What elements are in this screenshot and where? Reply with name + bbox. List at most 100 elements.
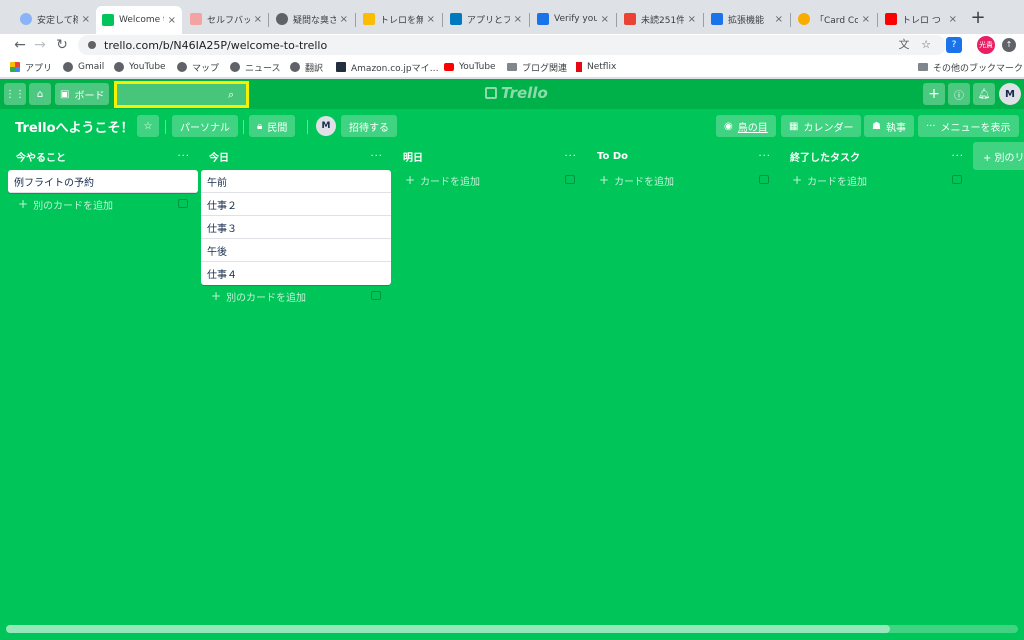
card[interactable]: 仕事４ [201, 262, 391, 285]
add-card-button[interactable]: + 別のカードを追加 [201, 285, 391, 307]
browser-tab[interactable]: アプリとフ × [444, 8, 528, 30]
bookmark-netflix[interactable]: Netflix [576, 59, 616, 75]
close-icon[interactable]: × [949, 14, 957, 25]
info-icon[interactable]: ⓘ [948, 83, 970, 105]
list-header[interactable]: 今日 ··· [201, 145, 391, 167]
list-menu-icon[interactable]: ··· [177, 151, 190, 162]
browser-tab[interactable]: 未読251件 × [618, 8, 702, 30]
add-card-button[interactable]: + 別のカードを追加 [8, 193, 198, 215]
card-template-icon[interactable] [565, 175, 575, 184]
close-icon[interactable]: × [254, 14, 262, 25]
boards-button[interactable]: ▣ ボード [55, 83, 109, 105]
forward-arrow-icon[interactable]: → [32, 37, 48, 53]
card[interactable]: 午前 [201, 170, 391, 193]
trello-header: ⋮⋮ ⌂ ▣ ボード ⌕ Trello + ⓘ 🔔︎ M [0, 79, 1024, 109]
list-done: 終了したタスク ··· + カードを追加 [782, 145, 972, 191]
bookmark-star-icon[interactable]: ☆ [918, 37, 934, 53]
search-input[interactable]: ⌕ [114, 81, 249, 108]
list-header[interactable]: To Do ··· [589, 145, 779, 167]
list-menu-icon[interactable]: ··· [370, 151, 383, 162]
home-icon[interactable]: ⌂ [29, 83, 51, 105]
new-tab-button[interactable]: + [967, 9, 989, 29]
list-header[interactable]: 今やること ··· [8, 145, 198, 167]
horizontal-scrollbar[interactable] [6, 625, 1018, 633]
view-mode-button[interactable]: ◉ 鳥の目 [716, 115, 776, 137]
bookmark-youtube[interactable]: YouTube [114, 59, 166, 75]
close-icon[interactable]: × [82, 14, 90, 25]
reload-icon[interactable]: ↻ [54, 37, 70, 53]
browser-tab[interactable]: 「Card Co × [792, 8, 876, 30]
user-avatar[interactable]: M [999, 83, 1021, 105]
close-icon[interactable]: × [775, 14, 783, 25]
translate-icon[interactable]: 文 [896, 37, 912, 53]
card[interactable]: 午後 [201, 239, 391, 262]
bookmark-other[interactable]: その他のブックマーク [918, 59, 1023, 75]
card-template-icon[interactable] [371, 291, 381, 300]
bookmark-news[interactable]: ニュース [230, 59, 281, 75]
star-icon[interactable]: ☆ [137, 115, 159, 137]
card[interactable]: 仕事３ [201, 216, 391, 239]
card-container: 午前 仕事２ 仕事３ 午後 仕事４ [201, 170, 391, 285]
close-icon[interactable]: × [688, 14, 696, 25]
invite-button[interactable]: 招待する [341, 115, 397, 137]
browser-tab[interactable]: 安定して稼 × [14, 8, 96, 30]
apps-grid-icon[interactable]: ⋮⋮ [4, 83, 26, 105]
notification-bell-icon[interactable]: 🔔︎ [973, 83, 995, 105]
bookmark-youtube-2[interactable]: YouTube [444, 59, 496, 75]
show-menu-button[interactable]: ··· メニューを表示 [918, 115, 1019, 137]
bookmark-gmail[interactable]: Gmail [63, 59, 104, 75]
card[interactable]: 例フライトの予約 [8, 170, 198, 193]
tab-favicon-icon [20, 13, 32, 25]
team-personal-button[interactable]: パーソナル [172, 115, 238, 137]
close-icon[interactable]: × [340, 14, 348, 25]
list-header[interactable]: 明日 ··· [395, 145, 585, 167]
card-template-icon[interactable] [952, 175, 962, 184]
create-plus-button[interactable]: + [923, 83, 945, 105]
butler-button[interactable]: ☗ 執事 [864, 115, 914, 137]
add-list-button[interactable]: + 別のリ [973, 142, 1024, 170]
member-avatar[interactable]: M [316, 116, 336, 136]
visibility-button[interactable]: 🔒︎ 民間 [249, 115, 296, 137]
bookmark-translate[interactable]: 翻訳 [290, 59, 323, 75]
card-template-icon[interactable] [759, 175, 769, 184]
list-menu-icon[interactable]: ··· [564, 151, 577, 162]
list-todo: To Do ··· + カードを追加 [589, 145, 779, 191]
card-container: 例フライトの予約 [8, 170, 198, 193]
add-card-button[interactable]: + カードを追加 [395, 169, 585, 191]
list-header[interactable]: 終了したタスク ··· [782, 145, 972, 167]
browser-tab[interactable]: Verify you × [531, 8, 615, 30]
browser-tab[interactable]: セルフバッ × [184, 8, 268, 30]
close-icon[interactable]: × [427, 14, 435, 25]
card-template-icon[interactable] [178, 199, 188, 208]
close-icon[interactable]: × [601, 14, 609, 25]
profile-avatar[interactable]: 光貴 [977, 36, 995, 54]
add-card-button[interactable]: + カードを追加 [782, 169, 972, 191]
bookmark-maps[interactable]: マップ [177, 59, 219, 75]
bookmark-amazon[interactable]: Amazon.co.jpマイ… [336, 59, 439, 75]
board-title[interactable]: Trelloへようこそ！ [15, 117, 134, 136]
update-icon[interactable]: ↑ [1002, 38, 1016, 52]
browser-tab[interactable]: トレロを無 × [357, 8, 441, 30]
close-icon[interactable]: × [862, 14, 870, 25]
calendar-powerup-button[interactable]: ▦ カレンダー [781, 115, 862, 137]
back-arrow-icon[interactable]: ← [12, 37, 28, 53]
trello-logo[interactable]: Trello [485, 84, 548, 102]
list-menu-icon[interactable]: ··· [951, 151, 964, 162]
card[interactable]: 仕事２ [201, 193, 391, 216]
extension-icon[interactable]: ? [946, 37, 962, 53]
browser-tab-active[interactable]: Welcome t × [96, 6, 182, 34]
list-menu-icon[interactable]: ··· [758, 151, 771, 162]
scrollbar-thumb[interactable] [6, 625, 890, 633]
more-dots-icon: ··· [926, 120, 936, 132]
browser-tab[interactable]: 拡張機能 × [705, 8, 789, 30]
close-icon[interactable]: × [168, 15, 176, 26]
close-icon[interactable]: × [514, 14, 522, 25]
browser-tab[interactable]: 疑問な臭さ × [270, 8, 354, 30]
address-bar[interactable]: trello.com/b/N46IA25P/welcome-to-trello [78, 35, 946, 55]
plus-icon: + [18, 197, 29, 211]
browser-tab[interactable]: トレロ つ × [879, 8, 963, 30]
bookmark-apps[interactable]: アプリ [10, 59, 52, 75]
bookmark-folder-blog[interactable]: ブログ関連 [507, 59, 567, 75]
add-card-button[interactable]: + カードを追加 [589, 169, 779, 191]
netflix-icon [576, 62, 582, 72]
